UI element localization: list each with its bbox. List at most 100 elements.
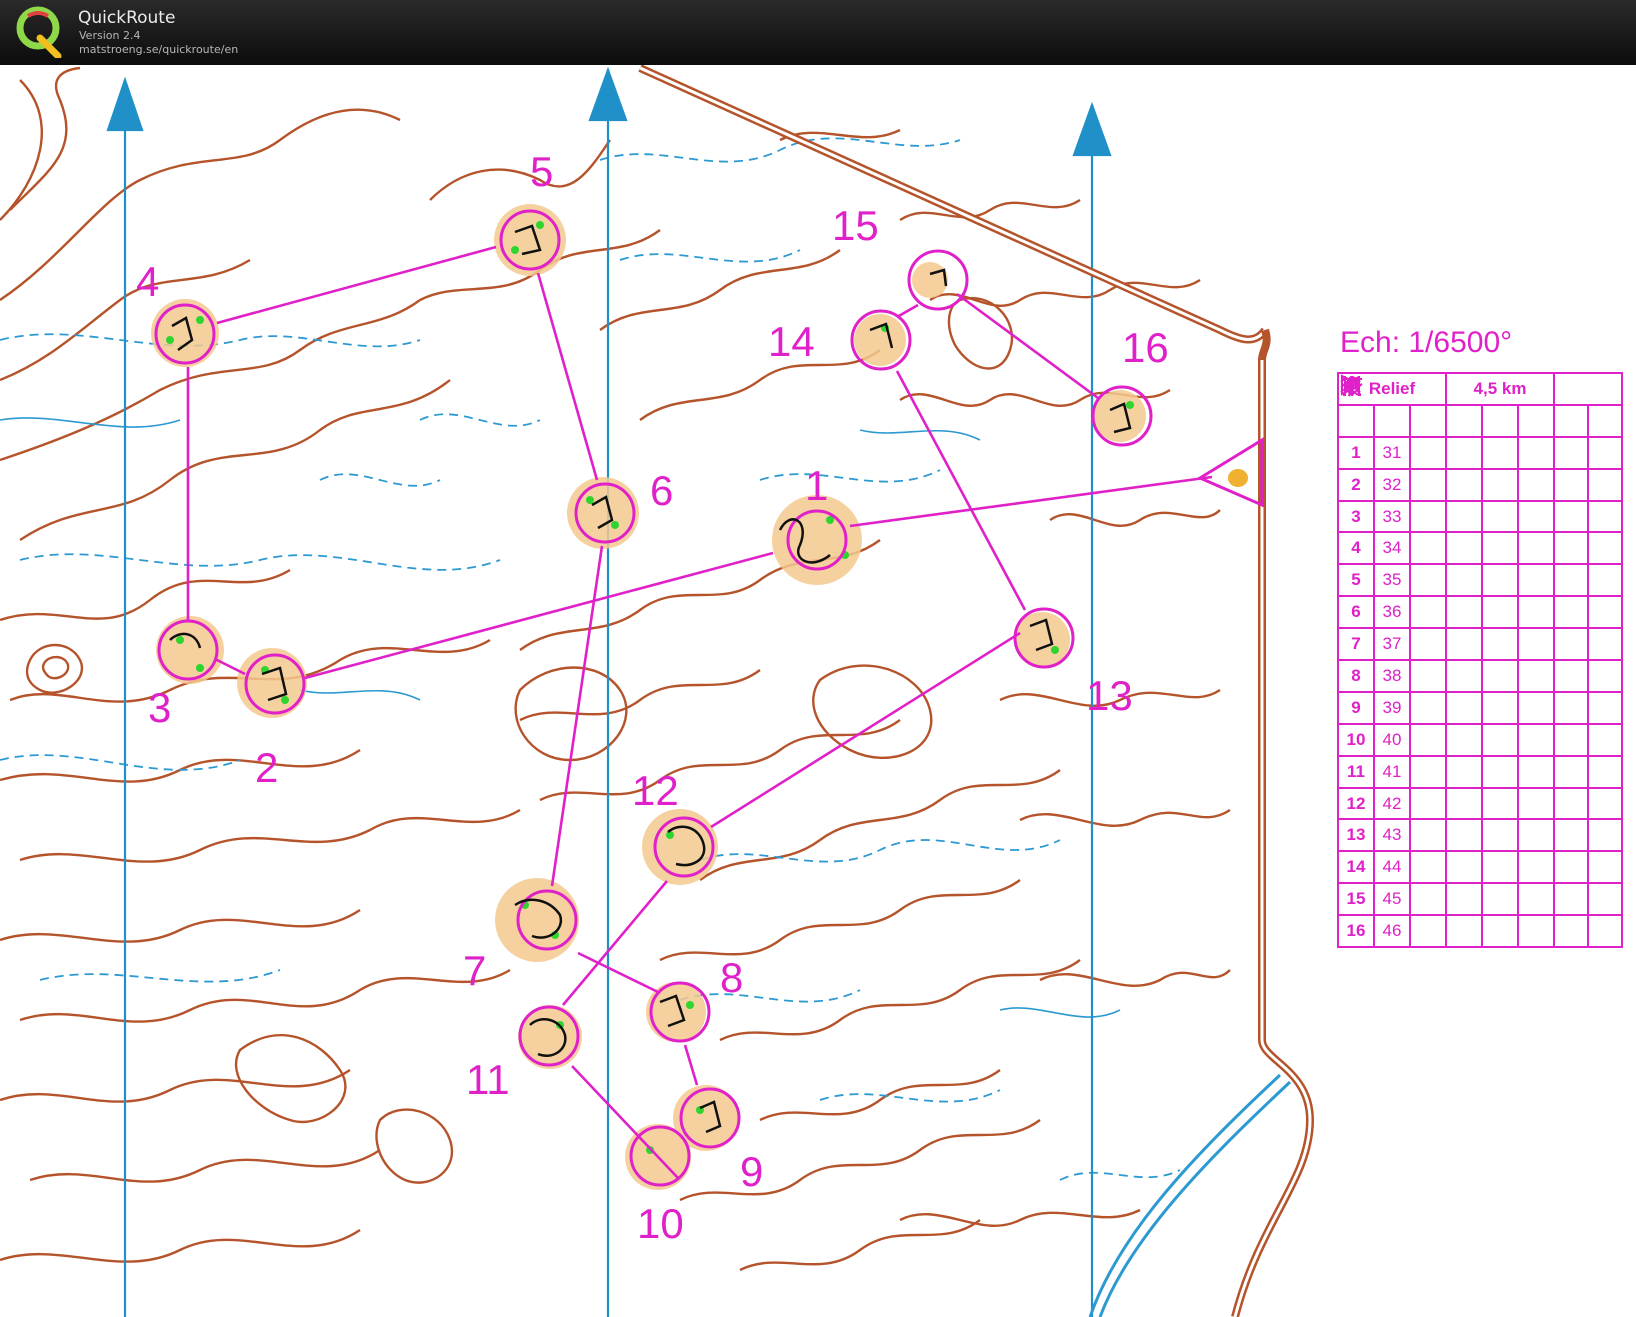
control-number: 6 bbox=[1337, 595, 1375, 630]
description-cell-c3 bbox=[1409, 882, 1447, 917]
control-number: 10 bbox=[1337, 722, 1375, 757]
control-code: 38 bbox=[1373, 659, 1411, 693]
description-cell-c5 bbox=[1340, 377, 1519, 821]
description-cell-c6 bbox=[1517, 435, 1555, 470]
scale-label: Ech: 1/6500° bbox=[1340, 326, 1513, 359]
app-version: Version 2.4 bbox=[79, 29, 141, 42]
control-number: 16 bbox=[1337, 914, 1375, 949]
description-header-row: Relief 4,5 km bbox=[1337, 372, 1623, 406]
description-cell-c5 bbox=[1481, 499, 1519, 534]
control-number: 7 bbox=[1337, 627, 1375, 662]
description-cell-c3 bbox=[1409, 531, 1447, 566]
description-cell-c7 bbox=[1553, 754, 1589, 789]
description-cell-c6 bbox=[1517, 627, 1555, 662]
control-code: 40 bbox=[1373, 722, 1411, 757]
description-cell-c7 bbox=[1553, 499, 1589, 534]
description-cell-c3 bbox=[1409, 786, 1447, 821]
description-cell-c4 bbox=[1340, 377, 1483, 693]
control-code: 39 bbox=[1373, 690, 1411, 725]
description-cell-c3 bbox=[1409, 435, 1447, 470]
description-cell-c3 bbox=[1409, 659, 1447, 693]
control-label: 3 bbox=[148, 684, 171, 731]
control-code: 34 bbox=[1373, 531, 1411, 566]
orienteering-map[interactable]: 1 2 3 4 5 6 7 8 9 10 11 12 13 14 15 16 E… bbox=[0, 65, 1636, 1317]
control-label: 5 bbox=[530, 148, 553, 195]
description-cell-c6 bbox=[1517, 882, 1555, 917]
description-cell-c6 bbox=[1517, 818, 1555, 853]
description-cell-c4 bbox=[1342, 375, 1483, 598]
course-legs bbox=[186, 245, 1213, 1179]
control-number: 8 bbox=[1337, 659, 1375, 693]
rock-features bbox=[169, 224, 1132, 1134]
description-cell-c3 bbox=[1409, 722, 1447, 757]
description-cell-c7 bbox=[1553, 595, 1589, 630]
control-code: 31 bbox=[1373, 435, 1411, 470]
description-cell-c7 bbox=[1553, 914, 1589, 949]
description-cell-c3 bbox=[1345, 375, 1447, 949]
description-cell-c7 bbox=[1553, 882, 1589, 917]
description-cell-c4 bbox=[1342, 378, 1483, 725]
description-cell-c5 bbox=[1481, 690, 1519, 725]
description-cell-c3 bbox=[1409, 499, 1447, 534]
control-code: 42 bbox=[1373, 786, 1411, 821]
description-cell-c5 bbox=[1481, 435, 1519, 470]
control-label: 15 bbox=[832, 202, 879, 249]
control-number: 11 bbox=[1337, 754, 1375, 789]
description-cell-c7 bbox=[1553, 435, 1589, 470]
control-label: 16 bbox=[1122, 324, 1169, 371]
control-description-row: 9 39 bbox=[1337, 376, 1623, 725]
control-code: 35 bbox=[1373, 563, 1411, 598]
control-description-row: 14 44 bbox=[1337, 376, 1623, 885]
control-label: 9 bbox=[740, 1148, 763, 1195]
control-number: 15 bbox=[1337, 882, 1375, 917]
control-number: 14 bbox=[1337, 850, 1375, 885]
description-cell-c6 bbox=[1517, 531, 1555, 566]
description-cell-c5 bbox=[1481, 818, 1519, 853]
description-cell-c5 bbox=[1481, 467, 1519, 502]
description-cell-c4 bbox=[1342, 375, 1483, 534]
description-cell-c6 bbox=[1517, 499, 1555, 534]
control-description-row: 3 33 bbox=[1337, 375, 1623, 534]
description-cell-c3 bbox=[1409, 563, 1447, 598]
control-description-row: 11 41 bbox=[1337, 375, 1623, 789]
description-cell-c3 bbox=[1409, 818, 1447, 853]
description-cell-c5 bbox=[1481, 563, 1519, 598]
description-cell-c5 bbox=[1340, 377, 1519, 885]
control-label: 1 bbox=[805, 462, 828, 509]
control-label: 13 bbox=[1086, 672, 1133, 719]
description-cell-c3 bbox=[1345, 375, 1447, 662]
control-label: 11 bbox=[466, 1056, 510, 1103]
description-cell-c4 bbox=[1340, 377, 1483, 662]
description-cell-c7 bbox=[1553, 690, 1589, 725]
control-description-row: 5 35 bbox=[1337, 375, 1623, 598]
control-code: 36 bbox=[1373, 595, 1411, 630]
control-description-row: 2 32 bbox=[1337, 375, 1623, 502]
control-label: 10 bbox=[637, 1200, 684, 1247]
description-cell-c7 bbox=[1553, 563, 1589, 598]
description-cell-c3 bbox=[1345, 376, 1447, 885]
control-description-row: 15 45 bbox=[1337, 375, 1623, 917]
control-description-row: 8 38 bbox=[1337, 377, 1623, 693]
control-label: 6 bbox=[650, 467, 673, 514]
control-label: 4 bbox=[136, 258, 159, 305]
description-cell-c6 bbox=[1346, 377, 1555, 693]
description-cell-c7 bbox=[1553, 850, 1589, 885]
description-cell-c6 bbox=[1517, 563, 1555, 598]
description-cell-c5 bbox=[1481, 627, 1519, 662]
control-code: 33 bbox=[1373, 499, 1411, 534]
app-title: QuickRoute bbox=[78, 8, 176, 28]
description-cell-c7 bbox=[1553, 467, 1589, 502]
description-cell-c6 bbox=[1517, 595, 1555, 630]
description-cell-c6 bbox=[1346, 377, 1555, 757]
description-cell-c4 bbox=[1342, 375, 1483, 470]
control-description-row: 7 37 bbox=[1337, 375, 1623, 662]
description-cell-c4 bbox=[1342, 378, 1483, 853]
description-cell-c7 bbox=[1553, 818, 1589, 853]
description-cell-c5 bbox=[1481, 595, 1519, 630]
control-number: 5 bbox=[1337, 563, 1375, 598]
description-cell-c5 bbox=[1341, 383, 1519, 566]
quickroute-window: QuickRoute Version 2.4 matstroeng.se/qui… bbox=[0, 0, 1636, 1317]
description-cell-c6 bbox=[1346, 377, 1555, 885]
control-label: 12 bbox=[632, 767, 679, 814]
description-cell-c4 bbox=[1340, 377, 1483, 757]
